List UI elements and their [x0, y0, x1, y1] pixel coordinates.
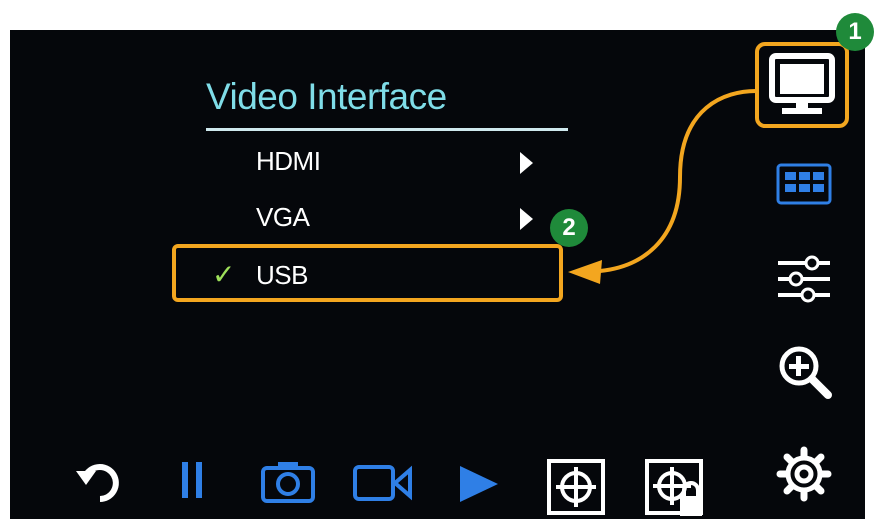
grid-layout-icon[interactable] [776, 163, 832, 205]
title-divider [206, 128, 568, 131]
menu-item-hdmi[interactable]: HDMI [170, 138, 560, 188]
rotate-icon[interactable] [76, 457, 126, 507]
step-2-badge: 2 [550, 209, 588, 247]
menu-item-label: VGA [256, 202, 310, 232]
play-icon[interactable] [456, 462, 500, 506]
settings-gear-icon[interactable] [776, 446, 832, 502]
menu-title: Video Interface [206, 76, 447, 117]
crosshair-lock-icon[interactable] [644, 458, 706, 518]
zoom-in-icon[interactable] [776, 344, 834, 400]
crosshair-icon[interactable] [546, 458, 606, 516]
monitor-icon[interactable] [768, 52, 836, 118]
sliders-icon[interactable] [776, 253, 832, 305]
submenu-arrow-icon [520, 208, 533, 230]
camera-icon[interactable] [260, 458, 316, 504]
usb-highlight-box [172, 244, 563, 302]
step-1-badge: 1 [836, 13, 874, 51]
video-camera-icon[interactable] [352, 462, 412, 504]
submenu-arrow-icon [520, 152, 533, 174]
callout-arrow [568, 89, 757, 284]
pause-icon[interactable] [180, 460, 206, 500]
menu-item-vga[interactable]: VGA [170, 194, 560, 244]
menu-item-label: HDMI [256, 146, 321, 176]
